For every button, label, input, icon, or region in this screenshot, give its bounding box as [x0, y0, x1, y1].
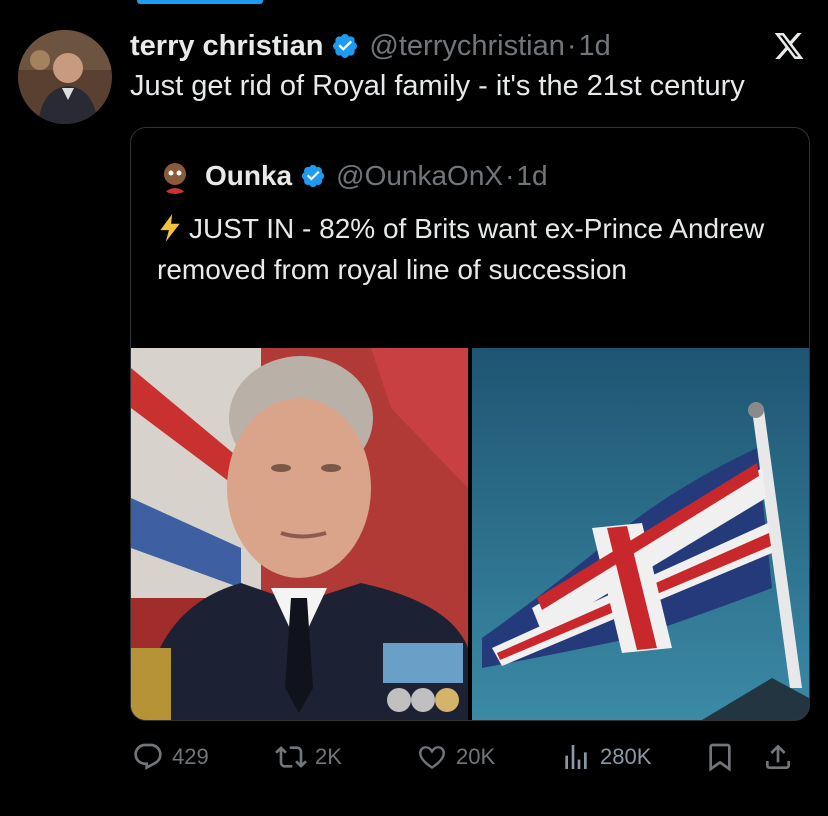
bookmark-icon [709, 743, 731, 772]
verified-badge-icon [333, 34, 358, 58]
quoted-author-handle[interactable]: @OunkaOnX [336, 160, 503, 192]
tweet-time[interactable]: 1d [579, 30, 611, 63]
quoted-author-name[interactable]: Ounka [205, 160, 292, 192]
time-separator: · [505, 160, 515, 191]
like-button[interactable]: 20K [416, 735, 495, 779]
reply-button[interactable]: 429 [132, 735, 209, 779]
bookmark-button[interactable] [704, 735, 744, 779]
quoted-tweet-text-block: JUST IN - 82% of Brits want ex-Prince An… [157, 208, 777, 290]
media-image-union-flag[interactable] [472, 348, 809, 720]
quoted-media-grid [131, 348, 809, 720]
tweet-text: Just get rid of Royal family - it's the … [130, 70, 745, 102]
quoted-tweet-text: JUST IN - 82% of Brits want ex-Prince An… [157, 213, 765, 285]
share-button[interactable] [762, 735, 802, 779]
media-image-portrait[interactable] [131, 348, 468, 720]
repost-button[interactable]: 2K [275, 735, 342, 779]
author-name[interactable]: terry christian [130, 30, 323, 63]
reply-icon [134, 743, 162, 770]
verified-badge-icon [302, 164, 325, 188]
quoted-tweet-time[interactable]: 1d [516, 160, 547, 192]
views-count: 280K [600, 744, 652, 769]
tweet-header: terry christian @terrychristian · 1d [130, 26, 611, 66]
lightning-icon [160, 214, 180, 242]
quoted-tweet-card[interactable]: Ounka @OunkaOnX · 1d JUST IN - 82% of Br… [130, 127, 810, 721]
like-count: 20K [456, 744, 496, 769]
repost-icon [275, 746, 307, 768]
author-avatar[interactable] [18, 30, 112, 124]
quoted-tweet-header: Ounka @OunkaOnX · 1d [157, 158, 548, 194]
time-separator: · [566, 29, 577, 62]
views-icon [565, 745, 587, 769]
like-icon [419, 746, 445, 769]
author-handle[interactable]: @terrychristian [369, 30, 564, 63]
quoted-author-avatar[interactable] [157, 158, 193, 194]
share-icon [766, 744, 790, 769]
tweet-action-bar: 429 2K 20K 280K [130, 735, 810, 779]
repost-count: 2K [315, 744, 342, 769]
views-button[interactable]: 280K [560, 735, 651, 779]
x-logo-icon[interactable] [772, 30, 806, 62]
reply-count: 429 [172, 744, 209, 769]
active-tab-indicator [137, 0, 263, 4]
